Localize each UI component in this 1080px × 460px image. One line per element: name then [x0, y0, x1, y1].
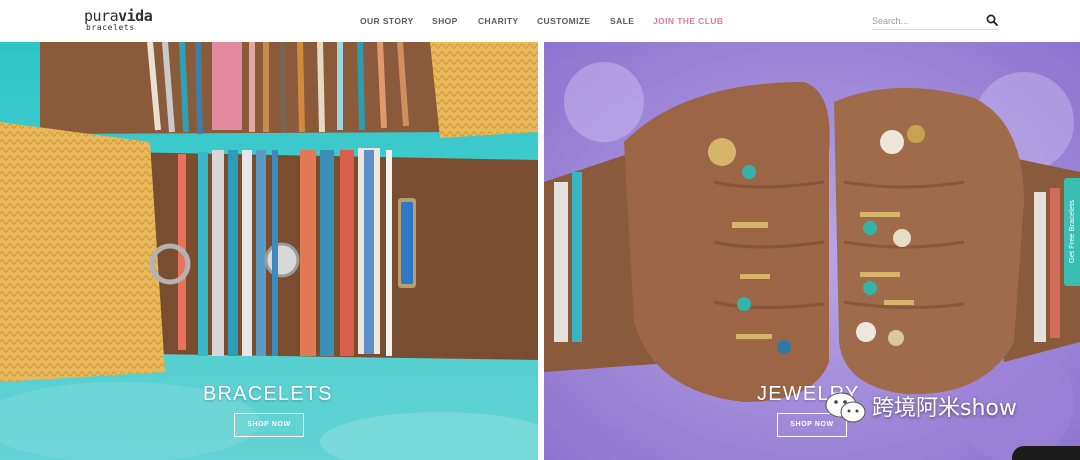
bracelets-panel[interactable]: BRACELETS SHOP NOW — [0, 42, 538, 460]
nav-sale[interactable]: SALE — [610, 15, 634, 27]
nav-shop[interactable]: SHOP — [432, 15, 458, 27]
nav-join-the-club[interactable]: JOIN THE CLUB — [653, 15, 723, 27]
free-bracelets-side-tab-label: Get Free Bracelets — [1067, 200, 1076, 264]
site-header: puravida bracelets OUR STORY SHOP CHARIT… — [0, 0, 1080, 42]
chat-widget-button[interactable] — [1012, 446, 1080, 460]
watermark: 跨境阿米show — [824, 388, 1064, 428]
brand-logo[interactable]: puravida bracelets — [84, 8, 168, 36]
nav-customize[interactable]: CUSTOMIZE — [537, 15, 591, 27]
brand-logo-tagline: bracelets — [86, 23, 135, 32]
bracelets-title: BRACELETS — [203, 383, 333, 405]
bracelets-shop-now-button[interactable]: SHOP NOW — [234, 413, 304, 437]
watermark-text: 跨境阿米show — [872, 396, 1017, 421]
wechat-icon — [825, 392, 866, 423]
search-icon[interactable] — [986, 14, 998, 26]
search-underline — [872, 29, 998, 30]
nav-our-story[interactable]: OUR STORY — [360, 15, 414, 27]
nav-charity[interactable]: CHARITY — [478, 15, 519, 27]
search-input[interactable] — [872, 13, 980, 28]
